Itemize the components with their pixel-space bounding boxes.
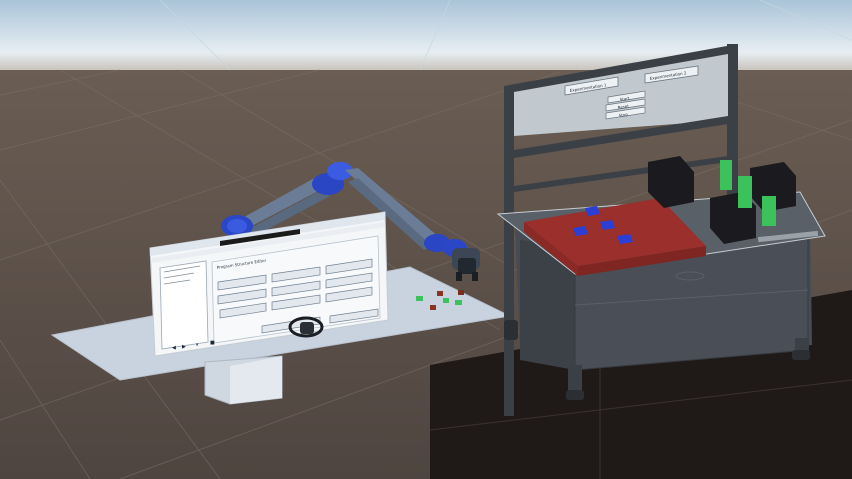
small-cube-red [437, 291, 443, 296]
small-cube-green [443, 298, 449, 303]
nav-back-icon[interactable]: ◀ [172, 345, 176, 351]
nav-stop-icon[interactable]: ■ [210, 340, 215, 346]
small-cube-green [416, 296, 423, 301]
small-cube-red [430, 305, 436, 310]
small-cube-green [455, 300, 462, 305]
3d-viewport[interactable]: Program Structure Editor ◀ ▶ ⏸ ■ Experim… [0, 0, 852, 479]
nav-forward-icon[interactable]: ▶ [182, 344, 186, 350]
small-cube-red [458, 290, 464, 295]
window-side-panel [159, 260, 209, 350]
